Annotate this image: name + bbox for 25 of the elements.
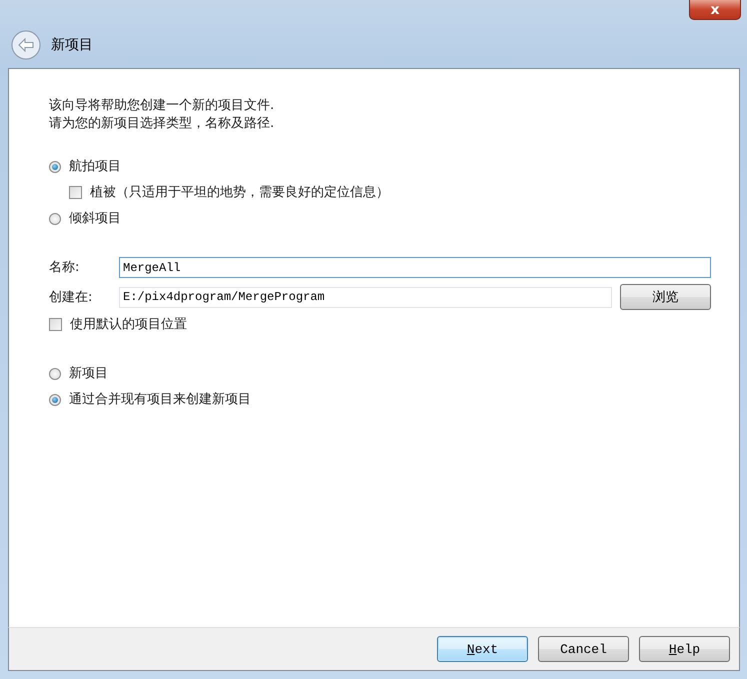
intro-text: 该向导将帮助您创建一个新的项目文件. [49,97,276,114]
radio-label: 航拍项目 [69,158,121,175]
checkbox[interactable] [69,186,82,199]
window-title: 新项目 [51,36,93,54]
radio-label: 通过合并现有项目来创建新项目 [69,391,251,408]
radio-button[interactable] [49,160,61,172]
location-field[interactable]: E:/pix4dprogram/MergeProgram [119,286,612,308]
dialog-button[interactable]: Help [639,636,730,662]
dialog-button[interactable]: Cancel [538,636,629,662]
location-label: 创建在: [49,288,94,306]
name-label: 名称: [49,259,80,276]
intro-text: 请为您的新项目选择类型，名称及路径. [49,115,276,132]
dialog-button[interactable]: Next [437,636,528,662]
browse-button[interactable]: 浏览 [620,284,711,310]
radio-label: 新项目 [69,365,108,382]
checkbox[interactable] [49,318,62,331]
name-field[interactable]: MergeAll [119,257,711,278]
checkbox-label: 使用默认的项目位置 [70,316,187,333]
radio-button[interactable] [49,212,61,224]
radio-button[interactable] [49,394,61,406]
radio-label: 倾斜项目 [69,210,121,227]
close-button[interactable]: x [689,0,741,20]
radio-button[interactable] [49,368,61,380]
checkbox-label: 植被（只适用于平坦的地势，需要良好的定位信息） [90,184,389,201]
back-icon[interactable] [11,30,41,60]
